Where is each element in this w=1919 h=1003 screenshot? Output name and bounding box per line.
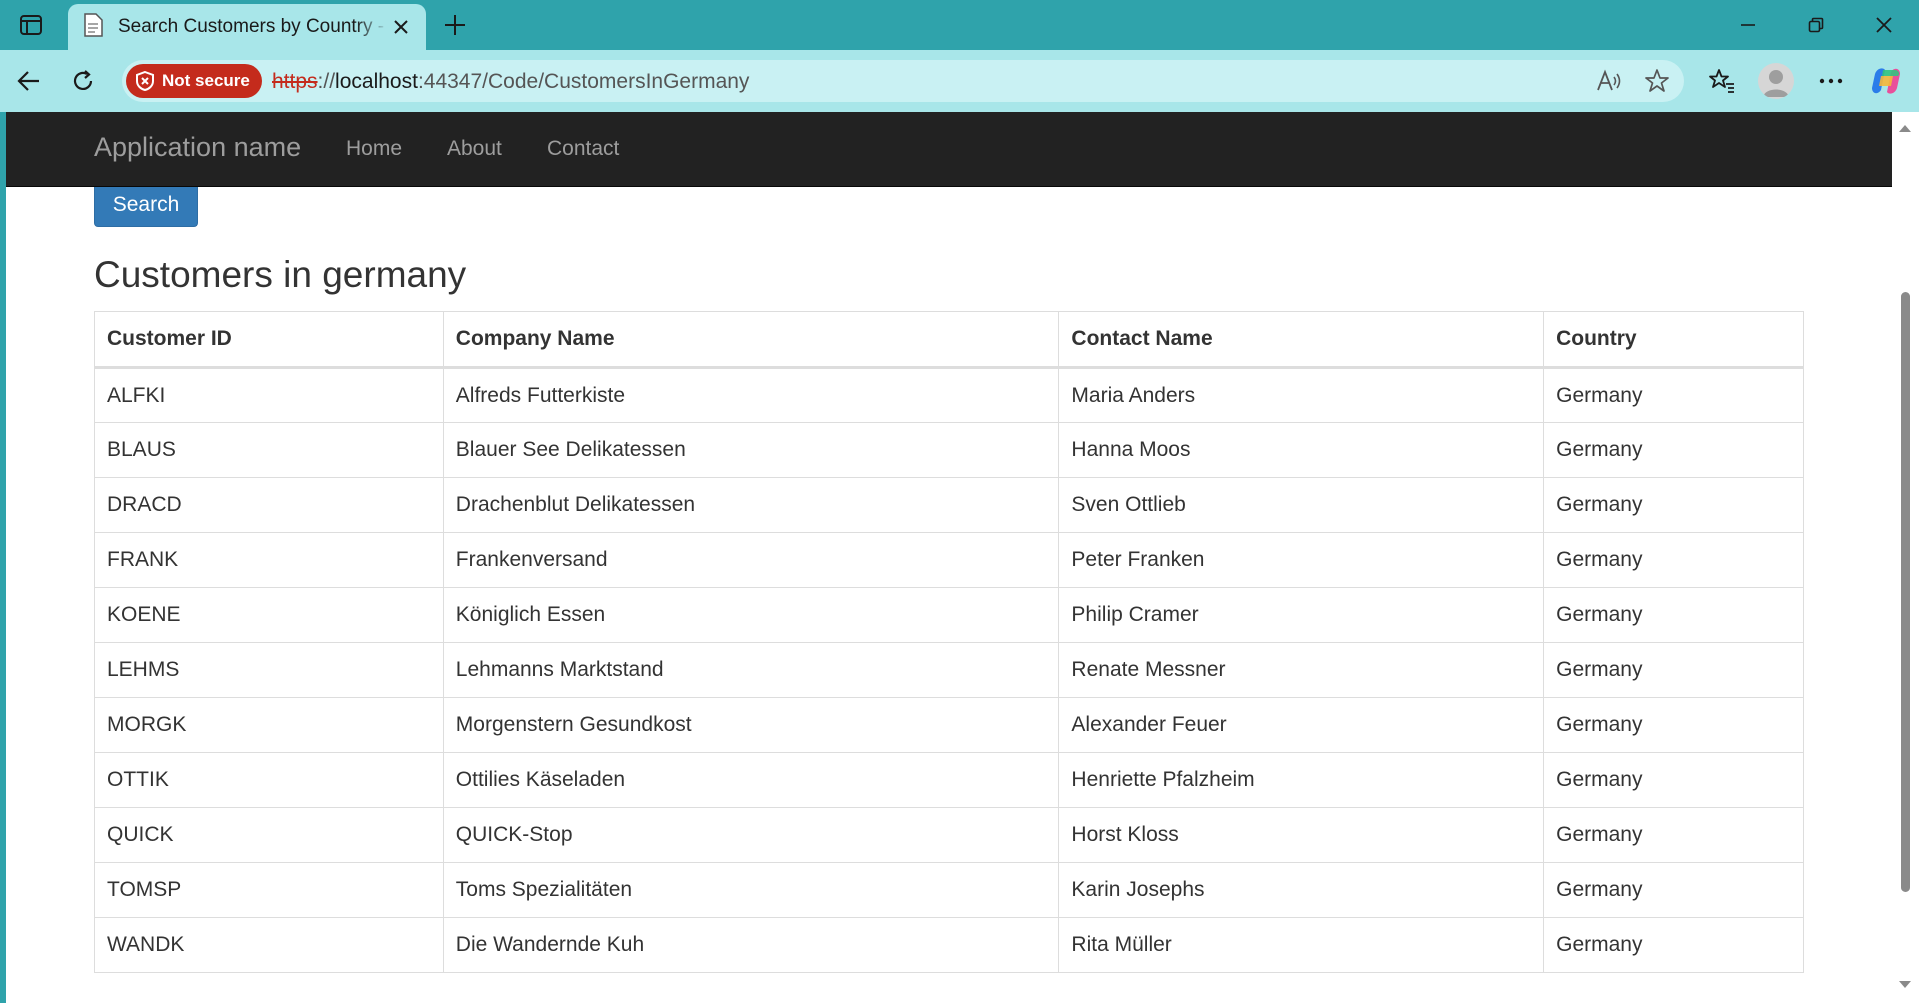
search-button[interactable]: Search	[94, 187, 198, 227]
cell-country: Germany	[1543, 807, 1804, 863]
cell-customer-id: TOMSP	[94, 862, 444, 918]
favorite-star-icon[interactable]	[1642, 66, 1672, 96]
table-row: OTTIK Ottilies Käseladen Henriette Pfalz…	[94, 752, 1804, 808]
table-row: BLAUS Blauer See Delikatessen Hanna Moos…	[94, 422, 1804, 478]
cell-company-name: Alfreds Futterkiste	[442, 367, 1060, 423]
cell-country: Germany	[1543, 862, 1804, 918]
column-header-country: Country	[1543, 311, 1804, 369]
app-navbar: Application name Home About Contact	[6, 112, 1892, 187]
cell-company-name: Morgenstern Gesundkost	[442, 697, 1060, 753]
cell-customer-id: LEHMS	[94, 642, 444, 698]
cell-contact-name: Renate Messner	[1058, 642, 1545, 698]
cell-country: Germany	[1543, 697, 1804, 753]
cell-country: Germany	[1543, 367, 1804, 423]
cell-country: Germany	[1543, 532, 1804, 588]
table-row: MORGK Morgenstern Gesundkost Alexander F…	[94, 697, 1804, 753]
not-secure-label: Not secure	[162, 71, 250, 90]
cell-country: Germany	[1543, 477, 1804, 533]
read-aloud-icon[interactable]	[1594, 66, 1624, 96]
close-tab-icon[interactable]	[390, 16, 412, 38]
cell-company-name: Die Wandernde Kuh	[442, 917, 1060, 973]
scrollbar-thumb[interactable]	[1901, 292, 1910, 892]
cell-contact-name: Hanna Moos	[1058, 422, 1545, 478]
cell-country: Germany	[1543, 587, 1804, 643]
page-viewport: Application name Home About Contact Sear…	[6, 112, 1919, 1003]
cell-contact-name: Rita Müller	[1058, 917, 1545, 973]
cell-country: Germany	[1543, 752, 1804, 808]
cell-company-name: Frankenversand	[442, 532, 1060, 588]
cell-contact-name: Horst Kloss	[1058, 807, 1545, 863]
tab-actions-icon[interactable]	[14, 10, 48, 40]
favorites-icon[interactable]	[1703, 62, 1741, 100]
scroll-up-arrow-icon[interactable]	[1898, 120, 1912, 138]
nav-contact-link[interactable]: Contact	[547, 137, 619, 161]
more-options-icon[interactable]	[1812, 62, 1850, 100]
cell-customer-id: FRANK	[94, 532, 444, 588]
browser-tab[interactable]: Search Customers by Country - M	[68, 4, 426, 50]
cell-customer-id: MORGK	[94, 697, 444, 753]
cell-customer-id: QUICK	[94, 807, 444, 863]
cell-contact-name: Alexander Feuer	[1058, 697, 1545, 753]
cell-contact-name: Karin Josephs	[1058, 862, 1545, 918]
tab-title: Search Customers by Country - M	[118, 16, 388, 37]
back-icon[interactable]	[10, 62, 48, 100]
table-row: QUICK QUICK-Stop Horst Kloss Germany	[94, 807, 1804, 863]
table-row: DRACD Drachenblut Delikatessen Sven Ottl…	[94, 477, 1804, 533]
page-icon	[82, 12, 104, 42]
cell-company-name: Ottilies Käseladen	[442, 752, 1060, 808]
url-text[interactable]: https://localhost:44347/Code/CustomersIn…	[272, 70, 749, 94]
cell-customer-id: BLAUS	[94, 422, 444, 478]
minimize-icon[interactable]	[1718, 6, 1778, 44]
browser-toolbar: Not secure https://localhost:44347/Code/…	[0, 50, 1919, 112]
cell-contact-name: Peter Franken	[1058, 532, 1545, 588]
customers-table: Customer ID Company Name Contact Name Co…	[94, 311, 1804, 973]
cell-contact-name: Philip Cramer	[1058, 587, 1545, 643]
page-title: Customers in germany	[94, 254, 467, 295]
tab-strip: Search Customers by Country - M	[0, 0, 1919, 50]
cell-customer-id: ALFKI	[94, 367, 444, 423]
restore-icon[interactable]	[1786, 6, 1846, 44]
column-header-customer-id: Customer ID	[94, 311, 444, 369]
shield-warning-icon	[136, 71, 154, 91]
table-row: LEHMS Lehmanns Marktstand Renate Messner…	[94, 642, 1804, 698]
table-row: TOMSP Toms Spezialitäten Karin Josephs G…	[94, 862, 1804, 918]
close-window-icon[interactable]	[1854, 6, 1914, 44]
refresh-icon[interactable]	[64, 62, 102, 100]
cell-company-name: Toms Spezialitäten	[442, 862, 1060, 918]
scroll-down-arrow-icon[interactable]	[1898, 977, 1912, 995]
table-header-row: Customer ID Company Name Contact Name Co…	[94, 311, 1804, 369]
nav-home-link[interactable]: Home	[346, 137, 402, 161]
cell-company-name: QUICK-Stop	[442, 807, 1060, 863]
cell-customer-id: WANDK	[94, 917, 444, 973]
cell-customer-id: DRACD	[94, 477, 444, 533]
cell-contact-name: Maria Anders	[1058, 367, 1545, 423]
cell-country: Germany	[1543, 917, 1804, 973]
brand-link[interactable]: Application name	[94, 132, 301, 163]
table-row: ALFKI Alfreds Futterkiste Maria Anders G…	[94, 367, 1804, 423]
nav-about-link[interactable]: About	[447, 137, 502, 161]
cell-contact-name: Sven Ottlieb	[1058, 477, 1545, 533]
address-bar[interactable]: Not secure https://localhost:44347/Code/…	[122, 60, 1684, 102]
table-row: KOENE Königlich Essen Philip Cramer Germ…	[94, 587, 1804, 643]
table-row: FRANK Frankenversand Peter Franken Germa…	[94, 532, 1804, 588]
new-tab-icon[interactable]	[438, 8, 472, 42]
cell-customer-id: OTTIK	[94, 752, 444, 808]
copilot-icon[interactable]	[1867, 62, 1905, 100]
cell-company-name: Blauer See Delikatessen	[442, 422, 1060, 478]
cell-country: Germany	[1543, 422, 1804, 478]
cell-contact-name: Henriette Pfalzheim	[1058, 752, 1545, 808]
cell-company-name: Lehmanns Marktstand	[442, 642, 1060, 698]
profile-avatar[interactable]	[1758, 63, 1794, 99]
column-header-contact-name: Contact Name	[1058, 311, 1545, 369]
not-secure-badge[interactable]: Not secure	[126, 64, 262, 98]
cell-country: Germany	[1543, 642, 1804, 698]
table-row: WANDK Die Wandernde Kuh Rita Müller Germ…	[94, 917, 1804, 973]
cell-company-name: Drachenblut Delikatessen	[442, 477, 1060, 533]
vertical-scrollbar[interactable]	[1892, 112, 1919, 1003]
cell-customer-id: KOENE	[94, 587, 444, 643]
cell-company-name: Königlich Essen	[442, 587, 1060, 643]
column-header-company-name: Company Name	[442, 311, 1060, 369]
